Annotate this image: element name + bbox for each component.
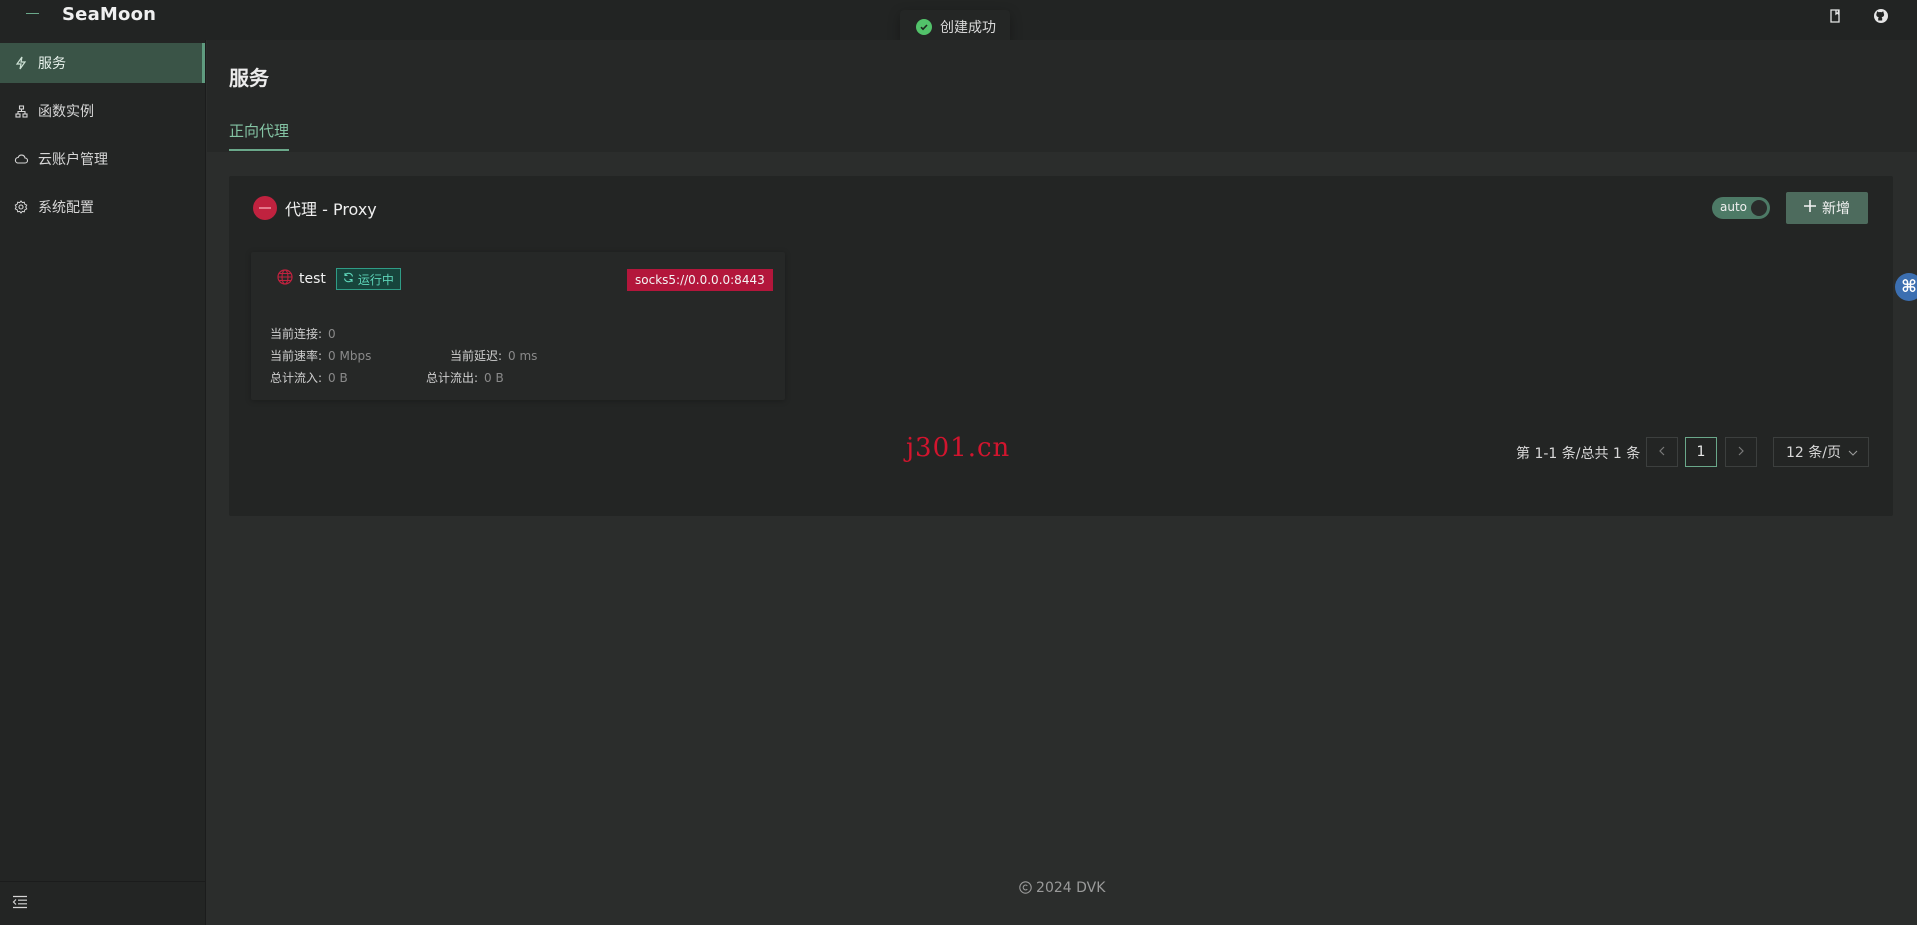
footer: 2024 DVK <box>207 880 1917 896</box>
service-name: test <box>299 271 326 287</box>
metric-label: 当前速率: <box>270 349 323 363</box>
gear-icon <box>14 200 28 214</box>
status-text: 运行中 <box>357 272 394 287</box>
sidebar-item-system-settings[interactable]: 系统配置 <box>0 187 205 227</box>
sidebar: 服务 函数实例 云账户管理 系统配置 <box>0 40 206 925</box>
metric-total-in: 总计流入: 0 B <box>270 369 348 386</box>
page-size-value: 12 条/页 <box>1786 445 1841 461</box>
globe-icon <box>277 269 293 289</box>
lightning-icon <box>14 56 28 70</box>
sidebar-footer <box>0 881 205 925</box>
app-title: SeaMoon <box>62 4 157 25</box>
sidebar-item-label: 系统配置 <box>38 200 94 216</box>
auto-toggle[interactable]: auto <box>1712 197 1770 219</box>
sync-icon <box>343 272 354 286</box>
metric-value: 0 Mbps <box>328 349 372 363</box>
page-header: 服务 正向代理 <box>207 40 1917 152</box>
toggle-knob <box>1751 200 1767 216</box>
sidebar-item-label: 云账户管理 <box>38 152 108 168</box>
book-icon[interactable] <box>1825 6 1845 26</box>
chevron-left-icon <box>1658 444 1666 460</box>
metric-value: 0 ms <box>508 349 538 363</box>
add-button[interactable]: 新增 <box>1786 192 1868 224</box>
prev-page-button[interactable] <box>1646 437 1678 467</box>
page-number-button[interactable]: 1 <box>1685 437 1717 467</box>
status-badge: 运行中 <box>335 268 401 290</box>
logo-mark <box>26 13 39 14</box>
github-icon[interactable] <box>1871 6 1891 26</box>
toggle-label: auto <box>1720 200 1748 214</box>
sidebar-item-label: 函数实例 <box>38 104 94 120</box>
sidebar-item-label: 服务 <box>38 56 66 72</box>
metric-latency: 当前延迟: 0 ms <box>450 347 537 364</box>
metric-value: 0 B <box>484 371 504 385</box>
toast-message: 创建成功 <box>940 20 996 36</box>
pagination-summary: 第 1-1 条/总共 1 条 <box>1516 446 1641 462</box>
card-title: 代理 - Proxy <box>253 196 377 220</box>
menu-fold-icon[interactable] <box>12 894 30 912</box>
minus-circle-icon <box>253 196 277 220</box>
proxy-card: 代理 - Proxy auto 新增 test 运行中 socks5://0.0… <box>229 176 1893 516</box>
chevron-down-icon <box>1848 444 1858 460</box>
check-circle-icon <box>916 19 932 35</box>
tab-forward-proxy[interactable]: 正向代理 <box>229 120 290 151</box>
address-badge: socks5://0.0.0.0:8443 <box>627 269 773 291</box>
chevron-right-icon <box>1737 444 1745 460</box>
sidebar-item-cloud-accounts[interactable]: 云账户管理 <box>0 139 205 179</box>
sidebar-item-function-instances[interactable]: 函数实例 <box>0 91 205 131</box>
cloud-icon <box>14 152 28 166</box>
page-title: 服务 <box>229 66 269 90</box>
watermark-text: j301.cn <box>906 433 1011 463</box>
metric-label: 当前延迟: <box>450 349 503 363</box>
metric-total-out: 总计流出: 0 B <box>426 369 504 386</box>
metric-rate: 当前速率: 0 Mbps <box>270 347 371 364</box>
toast-notification: 创建成功 <box>900 10 1010 44</box>
metric-value: 0 <box>328 327 336 341</box>
next-page-button[interactable] <box>1725 437 1757 467</box>
plus-icon <box>1804 200 1816 216</box>
copyright-icon <box>1018 880 1036 896</box>
add-button-label: 新增 <box>1822 201 1850 217</box>
metric-label: 总计流入: <box>270 371 323 385</box>
command-icon[interactable]: ⌘ <box>1895 273 1917 301</box>
page-size-select[interactable]: 12 条/页 <box>1773 437 1869 467</box>
metric-connections: 当前连接: 0 <box>270 325 336 342</box>
sidebar-item-services[interactable]: 服务 <box>0 43 205 83</box>
service-card[interactable]: test 运行中 socks5://0.0.0.0:8443 当前连接: 0 当前… <box>251 252 785 400</box>
footer-text: 2024 DVK <box>1036 880 1106 896</box>
card-title-text: 代理 - Proxy <box>285 200 377 219</box>
metric-label: 当前连接: <box>270 327 323 341</box>
sitemap-icon <box>14 104 28 118</box>
metric-label: 总计流出: <box>426 371 479 385</box>
metric-value: 0 B <box>328 371 348 385</box>
service-name-row: test 运行中 <box>277 268 401 290</box>
